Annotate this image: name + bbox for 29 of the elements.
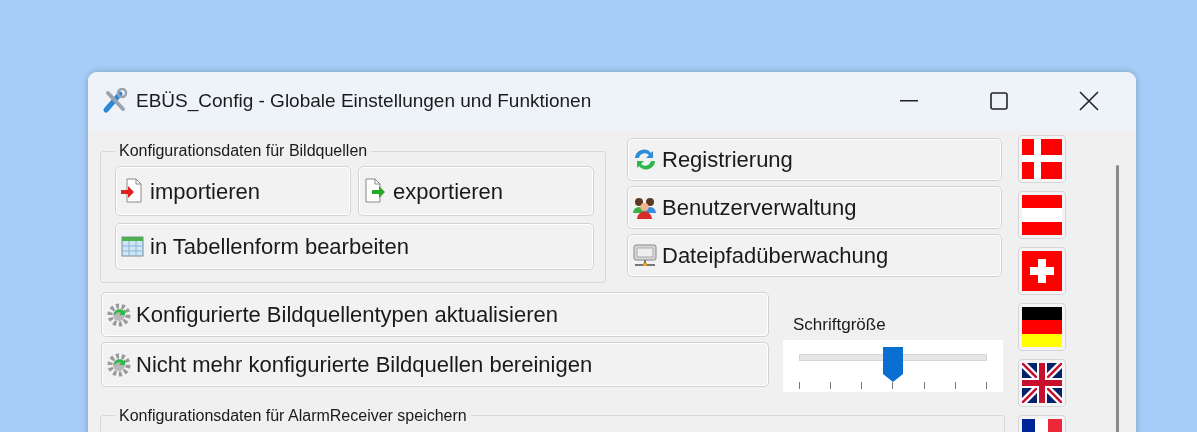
flag-icon [1022,195,1062,235]
action-button[interactable]: Konfigurierte Bildquellentypen aktualisieren [101,292,769,337]
action-button[interactable]: Registrierung [627,138,1002,181]
font-size-label: Schriftgröße [793,314,887,336]
tools-icon [102,88,128,114]
edit-table-button[interactable]: in Tabellenform bearbeiten [115,223,594,270]
action-button[interactable]: Nicht mehr konfigurierte Bildquellen bereinigen [101,342,769,387]
language-button[interactable] [1018,359,1066,407]
maximize-icon [990,92,1008,110]
group-legend: Konfigurationsdaten für Bildquellen [115,141,372,161]
close-icon [1079,91,1099,111]
export-button[interactable]: exportieren [358,166,594,216]
import-button[interactable]: importieren [115,166,351,216]
gear-icon [106,301,132,328]
font-size-slider[interactable] [783,339,1003,392]
flag-icon [1022,139,1062,179]
monitor-icon [632,242,658,269]
minimize-icon [900,100,918,102]
flag-icon [1022,363,1062,403]
action-button[interactable]: Benutzerverwaltung [627,186,1002,229]
window-title: EBÜS_Config - Globale Einstellungen und Funktionen [136,88,592,114]
flag-icon [1022,251,1062,291]
gear-icon [106,351,132,378]
table-icon [120,233,146,260]
flag-icon [1022,307,1062,347]
group-legend: Konfigurationsdaten für AlarmReceiver speichern [115,405,471,426]
action-button[interactable]: Dateipfadüberwachung [627,234,1002,277]
language-button[interactable] [1018,303,1066,351]
slider-thumb[interactable] [882,344,904,383]
